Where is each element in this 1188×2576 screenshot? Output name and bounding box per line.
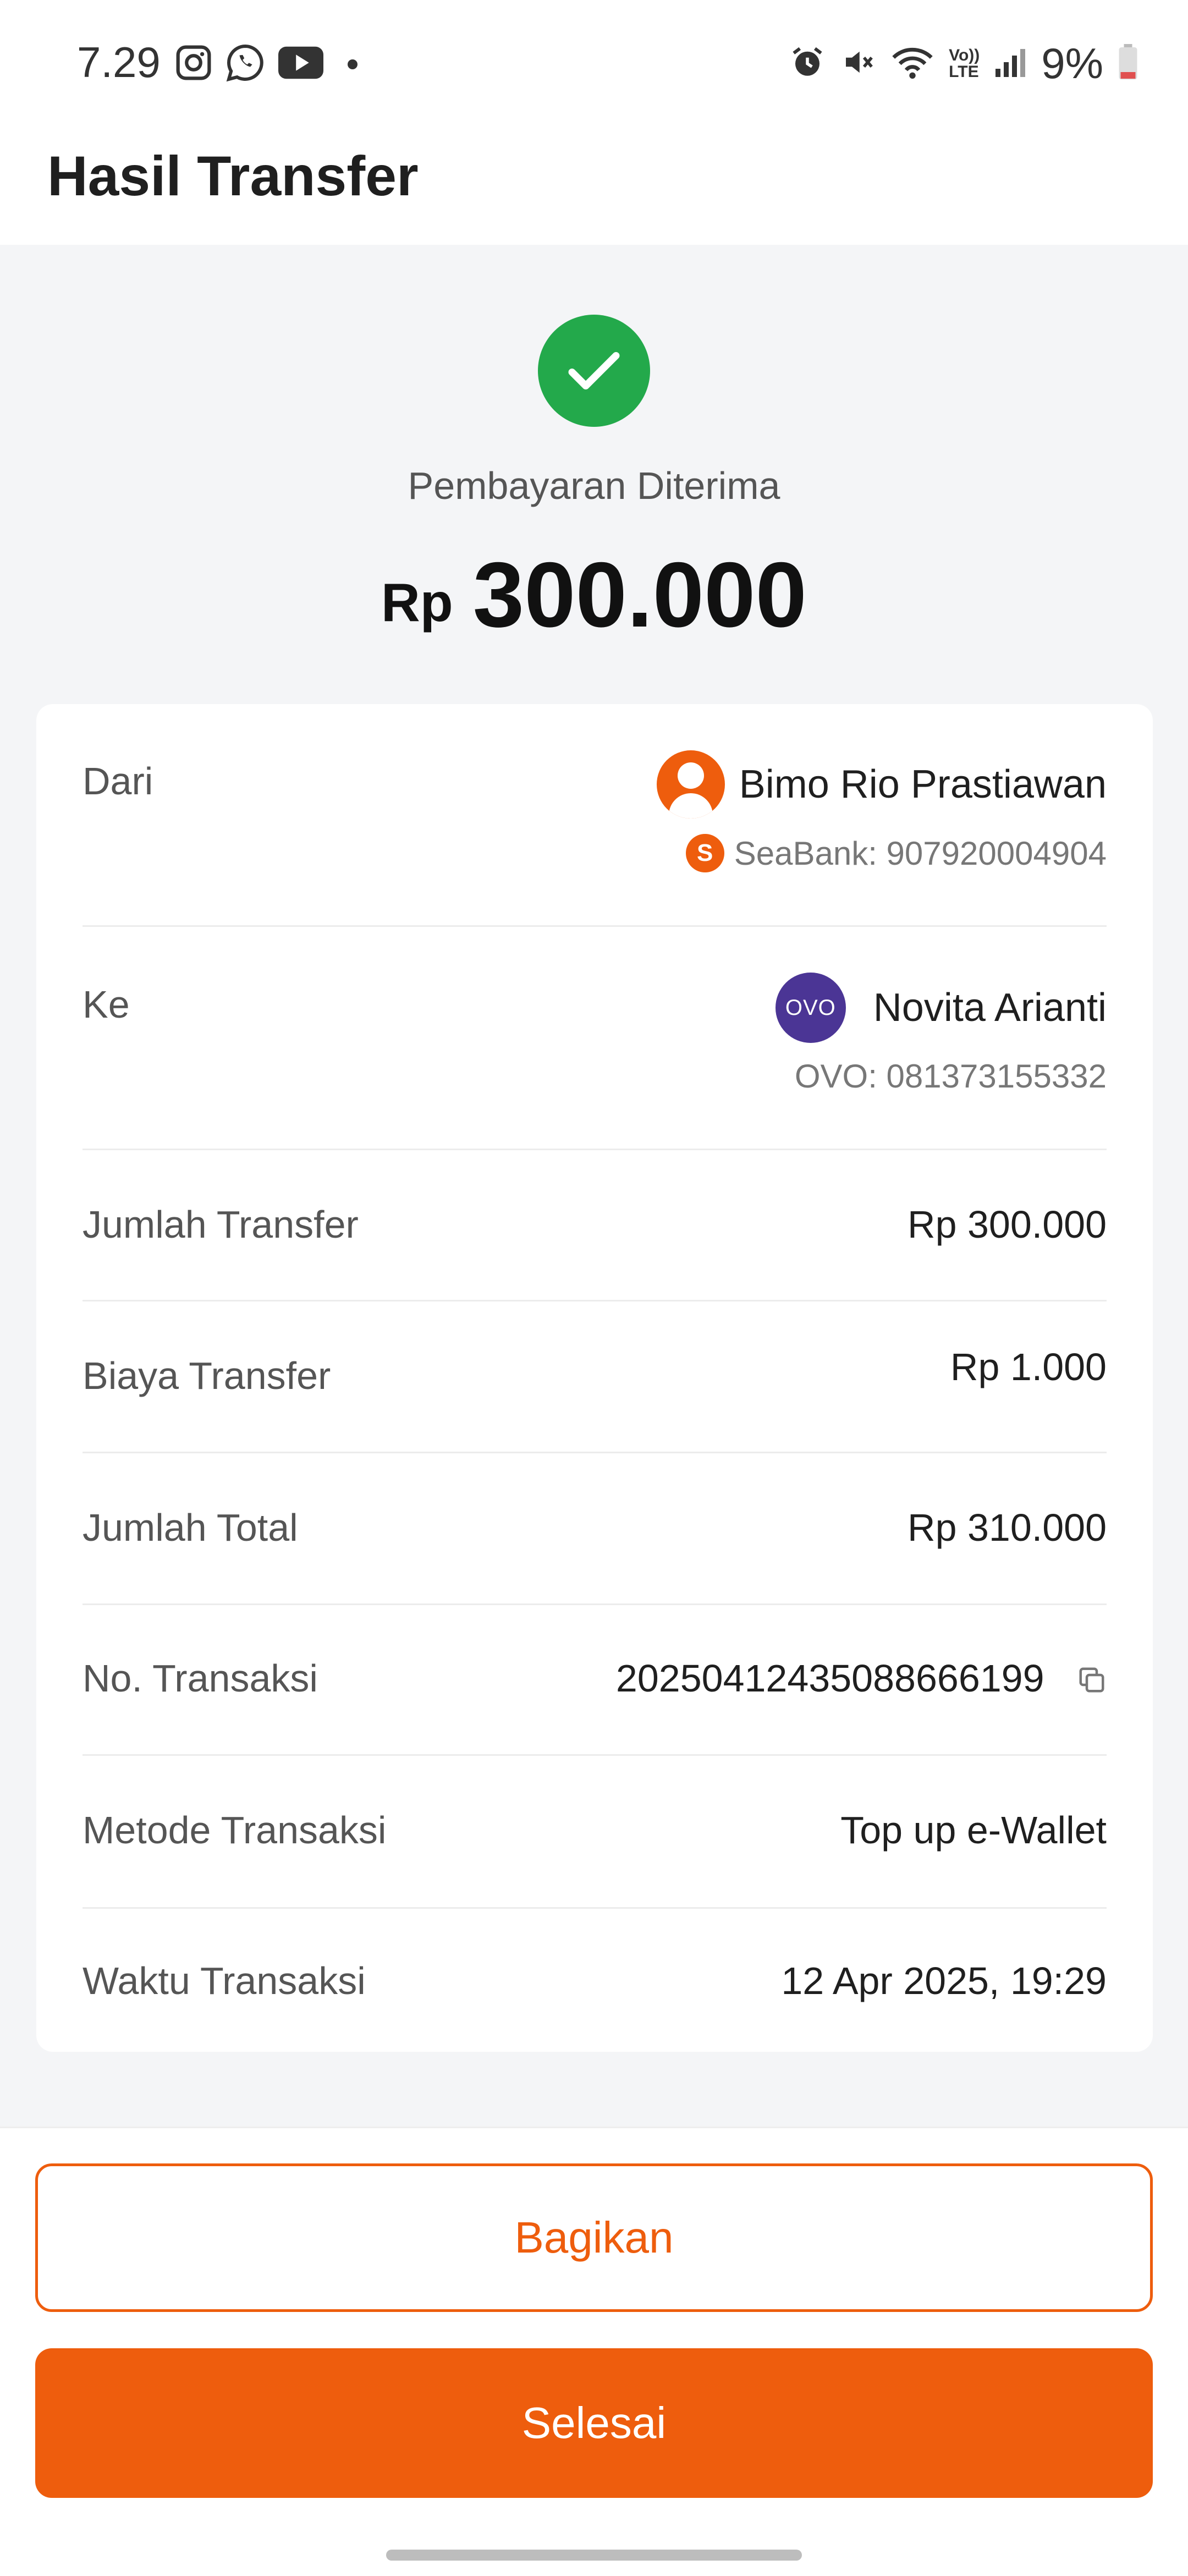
sender-name: Bimo Rio Prastiawan: [739, 762, 1107, 806]
youtube-icon: [278, 45, 323, 84]
total-value: Rp 310.000: [908, 1506, 1107, 1549]
sender-account-line: S SeaBank: 907920004904: [685, 834, 1107, 872]
share-button[interactable]: Bagikan: [35, 2163, 1153, 2312]
payment-status: Pembayaran Diterima: [408, 464, 780, 507]
detail-row-transaction-id: No. Transaksi 20250412435088666199: [82, 1603, 1107, 1756]
recipient-account: OVO: 081373155332: [794, 1058, 1107, 1095]
page-title: Hasil Transfer: [47, 145, 419, 207]
recipient-account-line: OVO: 081373155332: [795, 1057, 1107, 1095]
battery-icon: [1118, 44, 1138, 83]
copy-icon[interactable]: [1077, 1660, 1107, 1704]
detail-row-total: Jumlah Total Rp 310.000: [82, 1452, 1107, 1605]
to-label: Ke: [82, 983, 130, 1026]
detail-row-method: Metode Transaksi Top up e-Wallet: [82, 1754, 1107, 1909]
ovo-logo-icon: OVO: [775, 973, 846, 1043]
transfer-amount-label: Jumlah Transfer: [82, 1203, 359, 1246]
transaction-id-value-group: 20250412435088666199: [616, 1656, 1107, 1704]
app-bar: Hasil Transfer: [0, 127, 1188, 245]
wifi-icon: [890, 44, 934, 83]
result-header: Pembayaran Diterima Rp 300.000: [0, 245, 1188, 701]
method-value: Top up e-Wallet: [840, 1809, 1107, 1852]
home-indicator[interactable]: [386, 2550, 802, 2561]
transaction-id-value: 20250412435088666199: [615, 1657, 1044, 1700]
recipient-line: OVO Novita Arianti: [775, 973, 1107, 1043]
alarm-icon: [789, 44, 826, 83]
status-time: 7.29: [77, 38, 161, 86]
sender-account: SeaBank: 907920004904: [734, 834, 1107, 872]
transfer-fee-label: Biaya Transfer: [82, 1354, 331, 1397]
done-button[interactable]: Selesai: [35, 2348, 1153, 2498]
detail-row-to: Ke OVO Novita Arianti OVO: 081373155332: [82, 925, 1107, 1150]
status-bar: 7.29 Vo)) LTE 9%: [0, 0, 1188, 127]
instagram-icon: [175, 44, 212, 84]
signal-icon: [994, 46, 1027, 81]
method-label: Metode Transaksi: [82, 1809, 387, 1852]
notification-dot: [348, 59, 358, 69]
total-label: Jumlah Total: [82, 1506, 298, 1549]
seabank-icon: S: [685, 834, 724, 872]
detail-row-time: Waktu Transaksi 12 Apr 2025, 19:29: [82, 1907, 1107, 2052]
from-label: Dari: [82, 760, 153, 803]
transaction-details-card: Dari Bimo Rio Prastiawan S SeaBank: 9079…: [36, 704, 1153, 2052]
volte-label-top: Vo)): [949, 46, 980, 64]
volte-icon: Vo)) LTE: [949, 47, 980, 80]
mute-icon: [840, 44, 876, 83]
recipient-name: Novita Arianti: [873, 986, 1107, 1030]
amount-currency: Rp: [381, 572, 453, 633]
volte-label-bottom: LTE: [949, 62, 979, 81]
sender-avatar: [656, 750, 725, 819]
detail-row-transfer-fee: Biaya Transfer Rp 1.000: [82, 1300, 1107, 1453]
time-label: Waktu Transaksi: [82, 1959, 366, 2002]
bottom-action-bar: Bagikan Selesai: [0, 2127, 1188, 2576]
time-value: 12 Apr 2025, 19:29: [781, 1959, 1107, 2002]
success-check-icon: [538, 315, 650, 427]
transfer-fee-value: Rp 1.000: [950, 1345, 1107, 1388]
transaction-id-label: No. Transaksi: [82, 1657, 318, 1700]
battery-percent: 9%: [1041, 39, 1103, 87]
whatsapp-icon: [226, 43, 265, 85]
transfer-amount-value: Rp 300.000: [908, 1203, 1107, 1246]
amount-value: 300.000: [472, 543, 807, 646]
detail-row-transfer-amount: Jumlah Transfer Rp 300.000: [82, 1149, 1107, 1301]
detail-row-from: Dari Bimo Rio Prastiawan S SeaBank: 9079…: [82, 704, 1107, 927]
transfer-amount: Rp 300.000: [0, 542, 1188, 648]
sender-line: Bimo Rio Prastiawan: [656, 750, 1107, 819]
